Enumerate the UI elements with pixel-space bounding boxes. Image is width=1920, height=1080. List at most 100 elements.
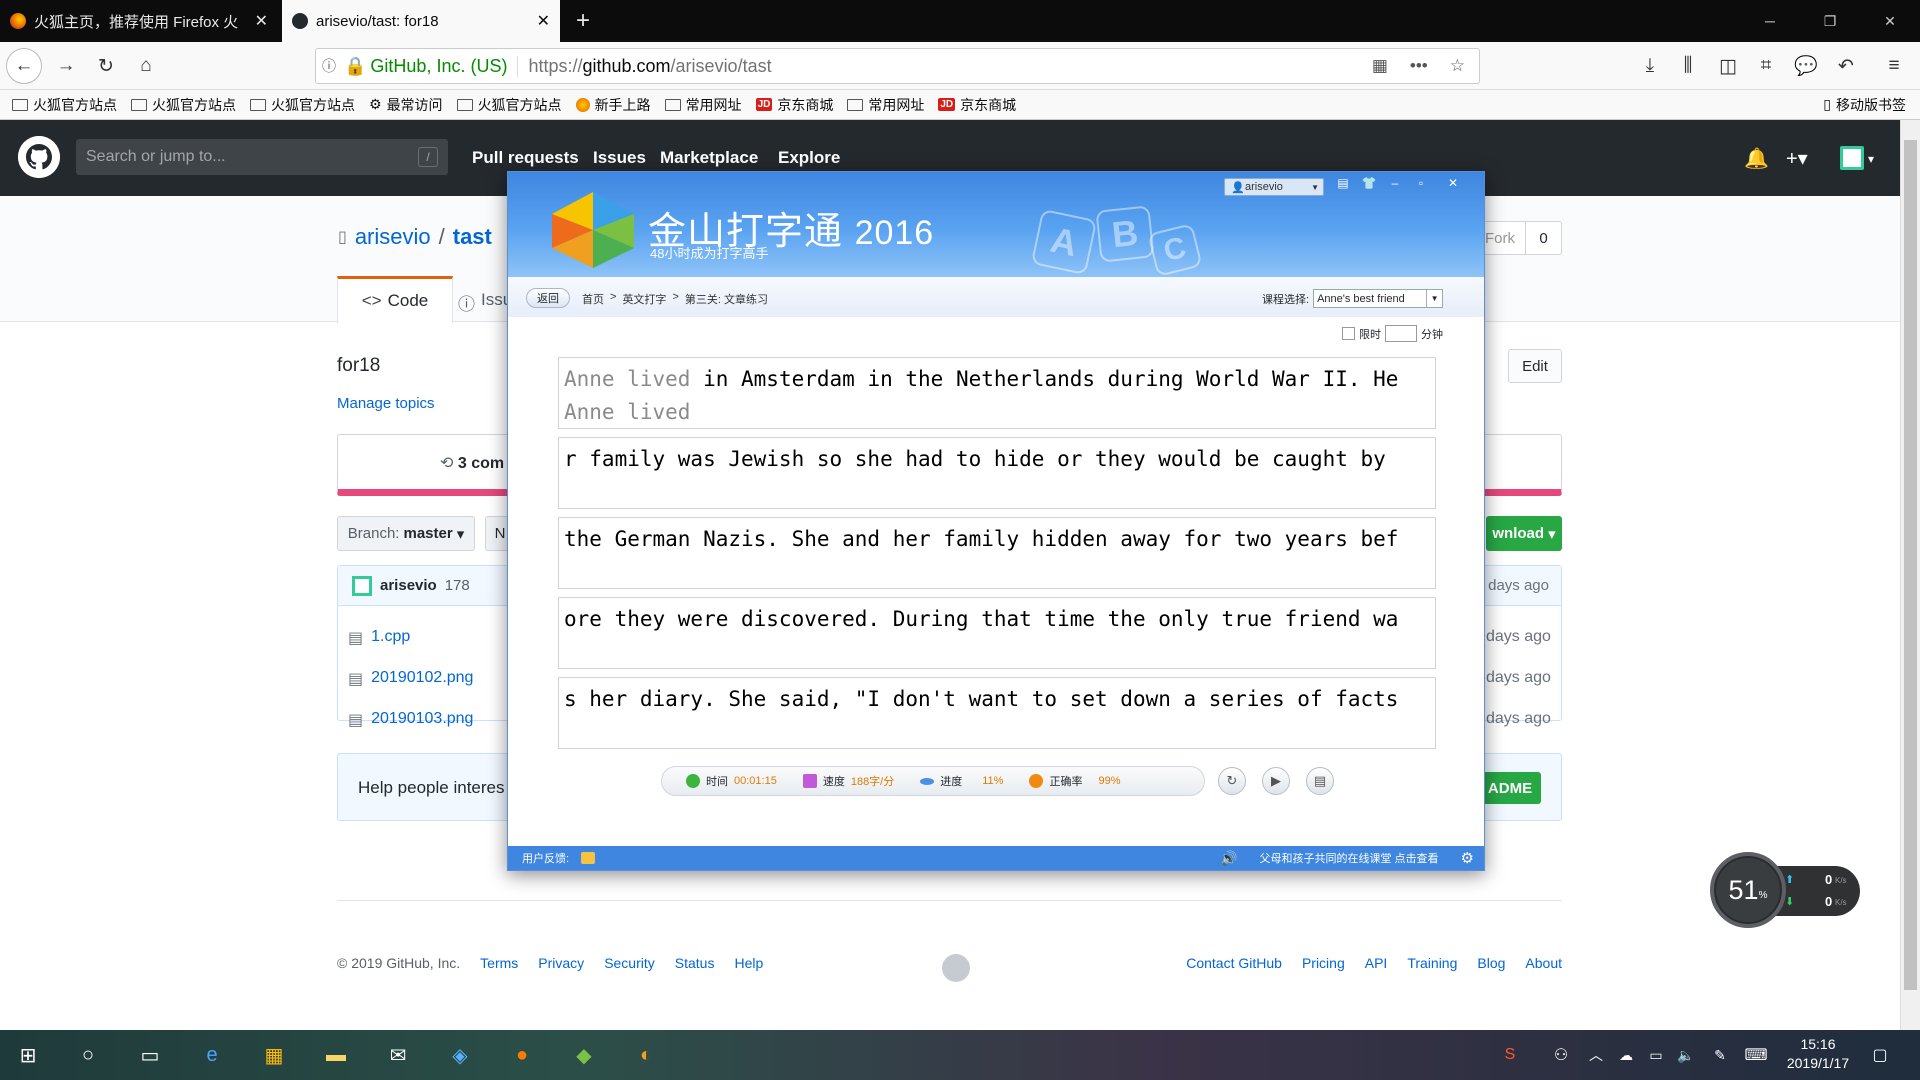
bookmark-item[interactable]: 火狐官方站点 [456, 95, 562, 115]
table-row[interactable]: ▤ 20190103.png [348, 710, 473, 730]
screenshot-icon[interactable]: ⌗ [1750, 50, 1782, 82]
typing-line[interactable]: r family was Jewish so she had to hide o… [558, 437, 1436, 509]
mail-icon[interactable]: ✉ [382, 1039, 414, 1071]
tab-code[interactable]: <> Code [337, 276, 453, 323]
bookmark-item[interactable]: 火狐官方站点 [12, 95, 117, 115]
footer-link-help[interactable]: Help [734, 955, 763, 971]
edit-button[interactable]: Edit [1508, 349, 1562, 383]
chevron-down-icon[interactable]: ▾ [1868, 152, 1874, 166]
tab-firefox-home[interactable]: 火狐主页，推荐使用 Firefox 火 ✕ [0, 0, 278, 42]
chat-icon[interactable]: 💬 [1790, 50, 1822, 82]
typing-line[interactable]: s her diary. She said, "I don't want to … [558, 677, 1436, 749]
download-icon[interactable]: ⤓ [1634, 50, 1666, 82]
network-icon[interactable]: ☁ [1610, 1039, 1642, 1071]
typing-line[interactable]: the German Nazis. She and her family hid… [558, 517, 1436, 589]
bookmark-item[interactable]: 常用网址 [847, 95, 924, 115]
typing-app-taskbar-icon[interactable]: ◆ [568, 1039, 600, 1071]
settings-gear-icon[interactable]: ⚙ [1461, 849, 1474, 867]
footer-link-privacy[interactable]: Privacy [538, 955, 584, 971]
avatar[interactable] [1840, 146, 1864, 170]
maximize-icon[interactable]: ❐ [1800, 0, 1860, 42]
back-button[interactable]: ← [6, 48, 42, 84]
edge-icon[interactable]: e [196, 1039, 228, 1071]
report-icon[interactable]: ▤ [1306, 767, 1334, 795]
url-text[interactable]: https://github.com/arisevio/tast [518, 56, 771, 77]
clone-download-button[interactable]: wnload ▾ [1486, 516, 1562, 551]
cortana-icon[interactable]: ○ [72, 1039, 104, 1071]
footer-link-terms[interactable]: Terms [480, 955, 518, 971]
restart-icon[interactable]: ↻ [1218, 767, 1246, 795]
github-footer-logo-icon[interactable] [942, 954, 970, 982]
feedback-chat-icon[interactable] [581, 852, 596, 864]
typing-line[interactable]: ore they were discovered. During that ti… [558, 597, 1436, 669]
footer-link-contact[interactable]: Contact GitHub [1186, 955, 1282, 971]
tray-chevron-icon[interactable]: ︿ [1580, 1039, 1612, 1071]
user-dropdown[interactable]: 👤 arisevio ▼ [1224, 178, 1324, 196]
notifications-icon[interactable]: ▢ [1864, 1039, 1896, 1071]
store-icon[interactable]: ▦ [258, 1039, 290, 1071]
paint-taskbar-icon[interactable]: ◐ [630, 1039, 662, 1071]
note-icon[interactable]: ▤ [1332, 176, 1354, 190]
people-icon[interactable]: ⚇ [1545, 1039, 1577, 1071]
repo-name-link[interactable]: tast [453, 224, 492, 250]
battery-icon[interactable]: ▭ [1640, 1039, 1672, 1071]
crumb-english[interactable]: 英文打字 [622, 291, 666, 307]
scrollbar-thumb[interactable] [1904, 140, 1917, 990]
typing-line[interactable]: Anne lived in Amsterdam in the Netherlan… [558, 357, 1436, 429]
sidebar-icon[interactable]: ◫ [1712, 50, 1744, 82]
minimize-icon[interactable]: ─ [1740, 0, 1800, 42]
minimize-icon[interactable]: – [1384, 176, 1406, 190]
app-icon[interactable]: ◈ [444, 1039, 476, 1071]
footer-link-training[interactable]: Training [1407, 955, 1457, 971]
footer-link-api[interactable]: API [1365, 955, 1388, 971]
manage-topics-link[interactable]: Manage topics [337, 395, 435, 412]
file-name-link[interactable]: 1.cpp [371, 628, 410, 648]
play-icon[interactable]: ▶ [1262, 767, 1290, 795]
table-row[interactable]: ▤ 20190102.png [348, 669, 473, 689]
new-tab-button[interactable]: + [566, 0, 602, 42]
more-icon[interactable]: ••• [1410, 56, 1428, 76]
plus-dropdown-icon[interactable]: +▾ [1786, 146, 1808, 171]
nav-marketplace[interactable]: Marketplace [660, 148, 758, 168]
bookmark-item[interactable]: 火狐官方站点 [250, 95, 355, 115]
file-explorer-icon[interactable]: ▬ [320, 1039, 352, 1071]
skin-icon[interactable]: 👕 [1358, 176, 1380, 190]
github-logo-icon[interactable] [18, 136, 60, 178]
task-view-icon[interactable]: ▭ [134, 1039, 166, 1071]
footer-promo-link[interactable]: 父母和孩子共同的在线课堂 点击查看 [1259, 850, 1438, 866]
branch-select[interactable]: Branch: master ▾ [337, 516, 475, 551]
star-icon[interactable]: ☆ [1450, 56, 1465, 76]
commit-message[interactable]: 178 [445, 577, 470, 594]
table-row[interactable]: ▤ 1.cpp [348, 628, 410, 648]
bookmark-item[interactable]: 常用网址 [664, 95, 742, 115]
file-name-link[interactable]: 20190103.png [371, 710, 473, 730]
url-bar[interactable]: ⓘ 🔒 GitHub, Inc. (US) https://github.com… [315, 48, 1480, 84]
footer-link-status[interactable]: Status [675, 955, 715, 971]
repo-owner-link[interactable]: arisevio [355, 224, 431, 250]
footer-link-security[interactable]: Security [604, 955, 655, 971]
nav-issues[interactable]: Issues [593, 148, 646, 168]
home-button[interactable]: ⌂ [130, 50, 162, 82]
add-readme-button[interactable]: ADME [1479, 772, 1541, 804]
bell-icon[interactable]: 🔔 [1744, 146, 1769, 171]
speaker-icon[interactable]: 🔊 [1220, 850, 1237, 867]
back-button[interactable]: 返回 [526, 288, 570, 308]
site-identity[interactable]: GitHub, Inc. (US) [370, 55, 519, 77]
footer-link-pricing[interactable]: Pricing [1302, 955, 1345, 971]
qr-code-icon[interactable]: ▦ [1372, 56, 1388, 76]
fork-count[interactable]: 0 [1525, 222, 1561, 254]
tab-issues[interactable]: ⓘ Issu [458, 290, 512, 315]
reload-button[interactable]: ↻ [90, 50, 122, 82]
sogou-input-icon[interactable]: S [1494, 1039, 1526, 1071]
library-icon[interactable]: ⫼ [1672, 50, 1704, 82]
clock[interactable]: 15:16 2019/1/17 [1768, 1035, 1868, 1073]
bookmark-item[interactable]: JD 京东商城 [938, 95, 1016, 115]
commits-link[interactable]: ⟲ 3 com [440, 453, 504, 473]
volume-icon[interactable]: 🔈 [1670, 1039, 1702, 1071]
time-limit-checkbox[interactable] [1342, 327, 1355, 340]
footer-link-blog[interactable]: Blog [1477, 955, 1505, 971]
footer-link-about[interactable]: About [1525, 955, 1562, 971]
windows-start-icon[interactable]: ⊞ [12, 1039, 44, 1071]
pen-icon[interactable]: ✎ [1704, 1039, 1736, 1071]
undo-icon[interactable]: ↶ [1830, 50, 1862, 82]
